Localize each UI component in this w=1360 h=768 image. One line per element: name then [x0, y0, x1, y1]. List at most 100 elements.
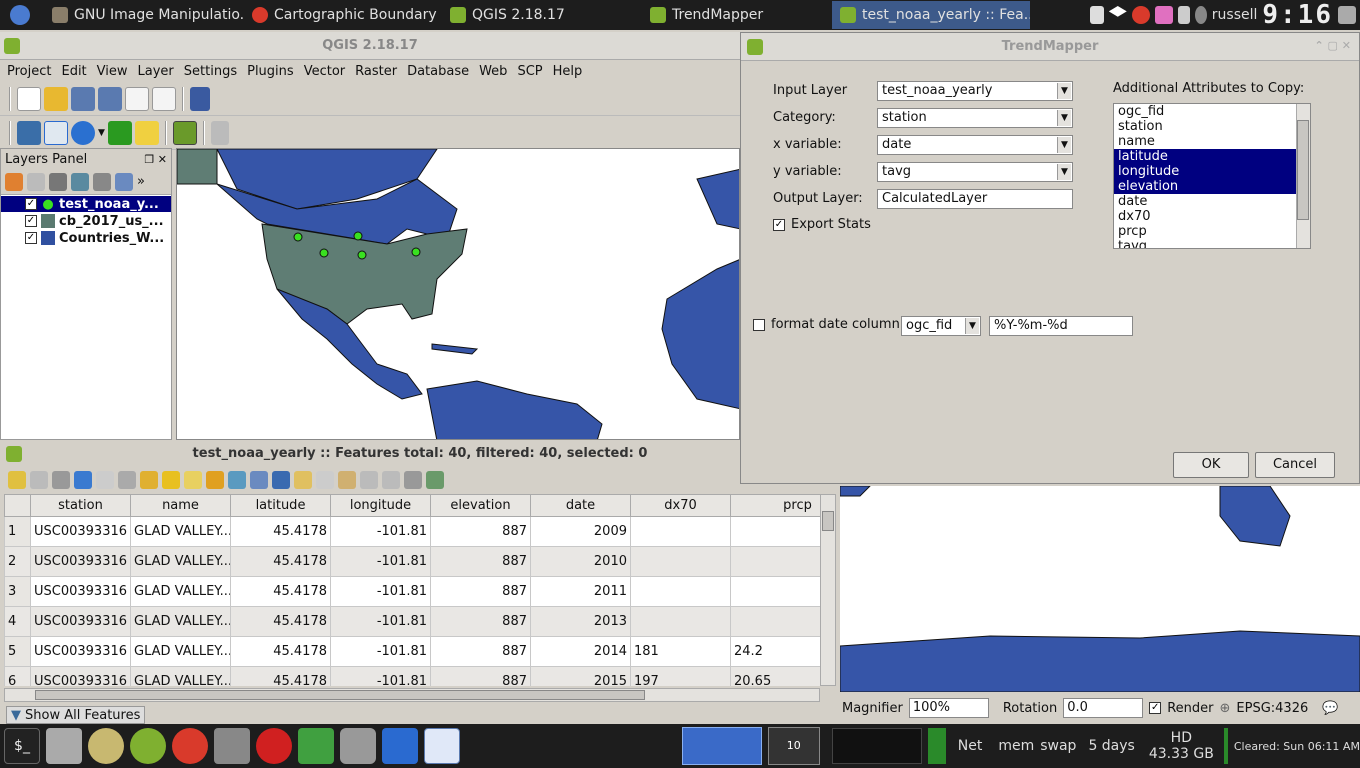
cell-elevation[interactable]: 887 — [430, 576, 531, 607]
cell-date[interactable]: 2014 — [530, 636, 631, 667]
cell-date[interactable]: 2010 — [530, 546, 631, 577]
zoom-to-selected-icon[interactable] — [294, 471, 312, 489]
cell-prcp[interactable] — [730, 606, 822, 637]
menu-web[interactable]: Web — [474, 64, 512, 79]
column-header[interactable]: longitude — [330, 494, 431, 517]
format-date-column-combo[interactable]: ogc_fid ▼ — [901, 316, 981, 336]
station-point[interactable] — [357, 250, 367, 260]
cell-station[interactable]: USC00393316 — [30, 516, 131, 547]
multi-edit-icon[interactable] — [30, 471, 48, 489]
task-chrome[interactable]: Cartographic Boundary ... — [244, 1, 442, 29]
category-combo[interactable]: station ▼ — [877, 108, 1073, 128]
reload-icon[interactable] — [74, 471, 92, 489]
row-number[interactable]: 1 — [4, 516, 31, 547]
scroll-thumb[interactable] — [822, 511, 834, 531]
layer-checkbox[interactable]: ✓ — [25, 215, 37, 227]
list-item[interactable]: station — [1114, 119, 1296, 134]
cell-prcp[interactable]: 20.65 — [730, 666, 822, 686]
column-header[interactable]: prcp — [730, 494, 822, 517]
add-group-icon[interactable] — [27, 172, 45, 191]
gimp-icon[interactable] — [87, 728, 124, 764]
pan-to-selected-icon[interactable] — [272, 471, 290, 489]
table-row[interactable]: 6 USC00393316 GLAD VALLEY... 45.4178 -10… — [4, 666, 822, 686]
task-qgis[interactable]: QGIS 2.18.17 — [442, 1, 642, 29]
cell-prcp[interactable]: 24.2 — [730, 636, 822, 667]
scroll-thumb[interactable] — [1297, 120, 1309, 220]
station-point[interactable] — [319, 248, 329, 258]
menu-layer[interactable]: Layer — [133, 64, 179, 79]
calculator-icon[interactable] — [213, 728, 250, 764]
conditional-format-icon[interactable] — [426, 471, 444, 489]
render-checkbox[interactable]: ✓ — [1149, 702, 1162, 714]
field-calculator-icon[interactable] — [404, 471, 422, 489]
toolbar-handle[interactable] — [9, 120, 11, 145]
map-canvas-visible[interactable] — [840, 486, 1360, 692]
magnifier-field[interactable]: 100% — [908, 698, 989, 718]
cell-date[interactable]: 2013 — [530, 606, 631, 637]
cell-station[interactable]: USC00393316 — [30, 666, 131, 686]
window-controls-icon[interactable]: ⌃ ▢ ✕ — [1315, 39, 1352, 52]
menu-logo-icon[interactable] — [10, 5, 30, 25]
cell-latitude[interactable]: 45.4178 — [230, 576, 331, 607]
network-updown-icon[interactable] — [1177, 6, 1190, 24]
chrome-icon[interactable] — [171, 728, 208, 764]
select-expression-icon[interactable] — [140, 471, 158, 489]
qgis-icon[interactable] — [129, 728, 166, 764]
save-as-icon[interactable] — [98, 86, 122, 111]
list-item[interactable]: dx70 — [1114, 209, 1296, 224]
menu-database[interactable]: Database — [402, 64, 474, 79]
row-number[interactable]: 2 — [4, 546, 31, 577]
workspace-2[interactable]: 10 — [767, 727, 820, 765]
y-variable-combo[interactable]: tavg ▼ — [877, 162, 1073, 182]
ok-button[interactable]: OK — [1173, 452, 1249, 478]
satellite-icon[interactable] — [210, 120, 229, 145]
refresh-icon[interactable] — [71, 120, 95, 145]
input-layer-combo[interactable]: test_noaa_yearly ▼ — [877, 81, 1073, 101]
cell-date[interactable]: 2009 — [530, 516, 631, 547]
qt-creator-icon[interactable] — [297, 728, 334, 764]
show-all-features-button[interactable]: ▼ Show All Features — [6, 706, 146, 724]
row-number[interactable]: 3 — [4, 576, 31, 607]
row-number[interactable]: 4 — [4, 606, 31, 637]
column-header[interactable]: name — [130, 494, 231, 517]
cell-latitude[interactable]: 45.4178 — [230, 546, 331, 577]
list-scrollbar[interactable] — [1296, 104, 1310, 248]
dropdown-arrow-icon[interactable]: ▼ — [98, 128, 105, 138]
xkill-icon[interactable] — [255, 728, 292, 764]
task-trendmapper[interactable]: TrendMapper — [642, 1, 832, 29]
date-format-field[interactable]: %Y-%m-%d — [989, 316, 1133, 336]
deselect-icon[interactable] — [206, 471, 224, 489]
cell-dx70[interactable] — [630, 516, 731, 547]
home-folder-icon[interactable] — [45, 728, 82, 764]
cell-dx70[interactable]: 197 — [630, 666, 731, 686]
trendmapper-plugin-icon[interactable] — [172, 120, 197, 145]
scroll-thumb[interactable] — [35, 690, 645, 700]
menu-settings[interactable]: Settings — [179, 64, 242, 79]
cell-elevation[interactable]: 887 — [430, 516, 531, 547]
cell-elevation[interactable]: 887 — [430, 636, 531, 667]
column-header[interactable]: station — [30, 494, 131, 517]
mail-icon[interactable] — [1154, 6, 1173, 24]
column-header[interactable]: elevation — [430, 494, 531, 517]
save-project-icon[interactable] — [71, 86, 95, 111]
row-number[interactable]: 5 — [4, 636, 31, 667]
corner-header[interactable] — [4, 494, 31, 517]
cell-name[interactable]: GLAD VALLEY... — [130, 576, 231, 607]
text-editor-icon[interactable] — [423, 728, 460, 764]
delete-feature-icon[interactable] — [118, 471, 136, 489]
cell-prcp[interactable] — [730, 546, 822, 577]
dropbox-icon[interactable] — [1108, 6, 1127, 17]
task-attribute-table[interactable]: test_noaa_yearly :: Fea... — [832, 1, 1030, 29]
format-date-checkbox[interactable] — [753, 319, 765, 331]
more-icon[interactable]: » — [137, 174, 145, 189]
save-edits-icon[interactable] — [52, 471, 70, 489]
filter-icon[interactable] — [71, 172, 89, 191]
expand-icon[interactable] — [115, 172, 133, 191]
messages-icon[interactable]: 💬 — [1322, 701, 1338, 716]
cell-longitude[interactable]: -101.81 — [330, 576, 431, 607]
system-monitor-icon[interactable] — [381, 728, 418, 764]
table-row[interactable]: 3 USC00393316 GLAD VALLEY... 45.4178 -10… — [4, 576, 822, 607]
menu-plugins[interactable]: Plugins — [242, 64, 299, 79]
toolbar-handle[interactable] — [9, 86, 11, 111]
cell-name[interactable]: GLAD VALLEY... — [130, 546, 231, 577]
